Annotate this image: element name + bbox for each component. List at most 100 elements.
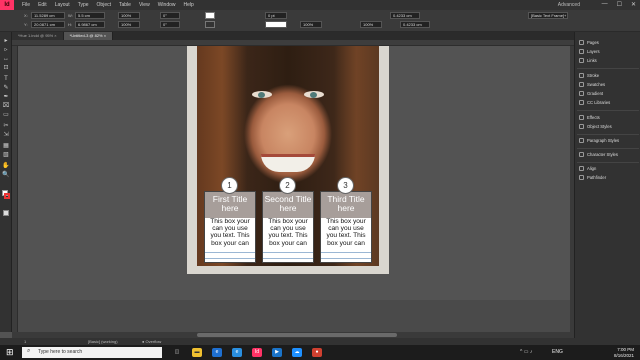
panel-character-styles[interactable]: Character Styles — [579, 152, 618, 157]
width-field[interactable]: 5.5 cm — [75, 12, 105, 19]
apply-none-icon[interactable] — [3, 210, 9, 216]
task-view-icon[interactable]: ◫ — [172, 348, 182, 357]
file-explorer-icon[interactable]: ▬ — [192, 348, 202, 357]
height-field[interactable]: 6.9867 cm — [75, 21, 105, 28]
pen-tool-icon[interactable]: ✒ — [2, 94, 10, 101]
info-card-3[interactable]: Third Title here This box your can you u… — [320, 191, 372, 263]
panel-label: CC Libraries — [587, 100, 611, 105]
inset-top-field[interactable]: 0.4233 cm — [390, 12, 420, 19]
cc-libraries-icon — [579, 100, 584, 105]
frame-opacity-field[interactable]: 100% — [360, 21, 382, 28]
type-tool-icon[interactable]: T — [2, 76, 10, 83]
language-indicator[interactable]: ENG — [552, 349, 563, 355]
panel-links[interactable]: Links — [579, 58, 597, 63]
taskbar-search-input[interactable]: Type here to search — [22, 347, 162, 358]
menu-layout[interactable]: Layout — [55, 2, 70, 8]
card-body-text[interactable]: This box your can you use you text. This… — [322, 218, 370, 248]
zoom-tool-icon[interactable]: 🔍 — [2, 172, 10, 179]
panel-stroke[interactable]: Stroke — [579, 73, 599, 78]
transform-tool-icon[interactable]: ⇲ — [2, 132, 10, 139]
edge-dev-icon[interactable]: e — [232, 348, 242, 357]
scissors-tool-icon[interactable]: ✂ — [2, 123, 10, 130]
rotation-field[interactable]: 0° — [160, 12, 180, 19]
panel-align[interactable]: Align — [579, 166, 596, 171]
maximize-icon[interactable]: ☐ — [617, 1, 622, 8]
x-position-field[interactable]: 11.5289 cm — [31, 12, 65, 19]
panel-pathfinder[interactable]: Pathfinder — [579, 175, 606, 180]
menu-window[interactable]: Window — [158, 2, 176, 8]
gradient-tool-icon[interactable]: ▦ — [2, 143, 10, 150]
menu-bar: Id File Edit Layout Type Object Table Vi… — [0, 0, 640, 10]
card-body-text[interactable]: This box your can you use you text. This… — [264, 218, 312, 248]
object-style-select[interactable]: [Basic Text Frame]+ — [528, 12, 568, 19]
menu-help[interactable]: Help — [184, 2, 194, 8]
scale-y-field[interactable]: 100% — [118, 21, 140, 28]
rectangle-tool-icon[interactable]: ▭ — [2, 112, 10, 119]
info-card-2[interactable]: Second Title here This box your can you … — [262, 191, 314, 263]
stroke-weight-field[interactable]: 0 pt — [265, 12, 287, 19]
frame-tool-icon[interactable]: ⌧ — [2, 103, 10, 110]
shear-field[interactable]: 0° — [160, 21, 180, 28]
stroke-swatch[interactable] — [205, 21, 215, 28]
stroke-type-select[interactable] — [265, 21, 287, 28]
panel-cc-libraries[interactable]: CC Libraries — [579, 100, 610, 105]
content-collector-icon[interactable]: ⊡ — [2, 65, 10, 72]
workspace-switcher[interactable]: Advanced — [558, 2, 580, 8]
menu-file[interactable]: File — [22, 2, 30, 8]
panel-label: Pathfinder — [587, 175, 607, 180]
number-badge-2[interactable]: 2 — [279, 177, 296, 194]
y-position-field[interactable]: 20.0871 cm — [31, 21, 65, 28]
inset-bottom-field[interactable]: 0.4233 cm — [400, 21, 430, 28]
panel-effects[interactable]: Effects — [579, 115, 600, 120]
number-badge-3[interactable]: 3 — [337, 177, 354, 194]
tab-hue-document[interactable]: *Hue 1.indd @ 95% × — [12, 32, 64, 40]
card-title[interactable]: First Title here — [205, 195, 255, 213]
menu-type[interactable]: Type — [78, 2, 89, 8]
meet-app-icon[interactable]: ☁ — [292, 348, 302, 357]
close-icon[interactable]: ✕ — [631, 1, 636, 8]
zoom-app-icon[interactable]: ▶ — [272, 348, 282, 357]
menu-object[interactable]: Object — [97, 2, 111, 8]
document-canvas[interactable]: First Title here This box your can you u… — [18, 46, 574, 332]
panel-layers[interactable]: Layers — [579, 49, 600, 54]
document-page[interactable]: First Title here This box your can you u… — [187, 46, 389, 274]
panel-gradient[interactable]: Gradient — [579, 91, 603, 96]
minimize-icon[interactable]: — — [602, 1, 608, 8]
recorder-icon[interactable]: ● — [312, 348, 322, 357]
panel-object-styles[interactable]: Object Styles — [579, 124, 612, 129]
menu-view[interactable]: View — [139, 2, 150, 8]
stroke-icon — [579, 73, 584, 78]
menu-edit[interactable]: Edit — [38, 2, 47, 8]
card-rule — [321, 252, 371, 253]
fill-swatch[interactable] — [205, 12, 215, 19]
page-number[interactable]: 1 — [24, 339, 26, 344]
preflight-profile[interactable]: [Basic] (working) — [88, 339, 118, 344]
scale-x-field[interactable]: 100% — [118, 12, 140, 19]
gradient-icon — [579, 91, 584, 96]
info-card-1[interactable]: First Title here This box your can you u… — [204, 191, 256, 263]
preflight-status[interactable]: ● Overflow — [142, 339, 161, 344]
selection-tool-icon[interactable]: ▸ — [2, 38, 10, 45]
card-body-text[interactable]: This box your can you use you text. This… — [206, 218, 254, 248]
menu-table[interactable]: Table — [119, 2, 131, 8]
panel-swatches[interactable]: Swatches — [579, 82, 605, 87]
clock[interactable]: 7:00 PM 8/16/2021 — [614, 347, 634, 358]
panel-paragraph-styles[interactable]: Paragraph Styles — [579, 138, 619, 143]
hand-tool-icon[interactable]: ✋ — [2, 163, 10, 170]
pencil-tool-icon[interactable]: ✎ — [2, 85, 10, 92]
note-tool-icon[interactable]: ▧ — [2, 152, 10, 159]
opacity-field[interactable]: 100% — [300, 21, 322, 28]
direct-selection-tool-icon[interactable]: ▹ — [2, 47, 10, 54]
windows-start-icon[interactable]: ⊞ — [6, 348, 15, 357]
scroll-thumb[interactable] — [197, 333, 397, 337]
number-badge-1[interactable]: 1 — [221, 177, 238, 194]
gap-tool-icon[interactable]: ↔ — [2, 56, 10, 63]
edge-browser-icon[interactable]: e — [212, 348, 222, 357]
system-tray-icons[interactable]: ^ ▭ ♪ — [520, 349, 532, 355]
stroke-color-icon[interactable] — [4, 193, 10, 199]
panel-pages[interactable]: Pages — [579, 40, 599, 45]
card-title[interactable]: Second Title here — [263, 195, 313, 213]
card-title[interactable]: Third Title here — [321, 195, 371, 213]
indesign-taskbar-icon[interactable]: Id — [252, 348, 262, 357]
tab-untitled-document[interactable]: *Untitled-3 @ 82% × — [63, 32, 114, 40]
